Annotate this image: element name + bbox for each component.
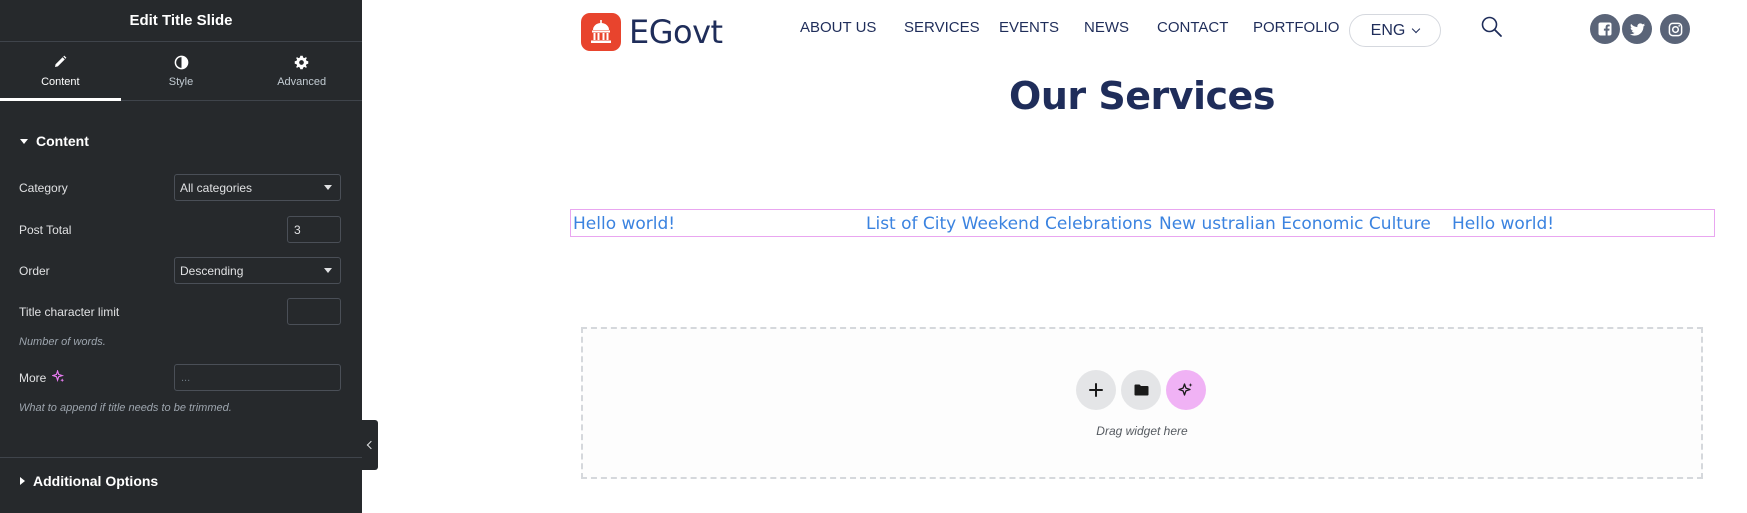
nav-contact[interactable]: CONTACT xyxy=(1157,19,1228,36)
caret-right-icon xyxy=(20,477,25,485)
title-limit-label: Title character limit xyxy=(19,304,120,319)
template-library-button[interactable] xyxy=(1121,370,1161,410)
nav-events[interactable]: EVENTS xyxy=(999,19,1059,36)
post-total-control: Post Total xyxy=(19,216,341,243)
content-section-toggle[interactable]: Content xyxy=(0,121,362,161)
title-limit-control: Title character limit xyxy=(19,298,341,325)
more-label-text: More xyxy=(19,370,47,385)
nav-portfolio[interactable]: PORTFOLIO xyxy=(1253,19,1339,36)
category-label: Category xyxy=(19,180,68,195)
drop-zone-label: Drag widget here xyxy=(1096,424,1188,438)
logo-text: EGovt xyxy=(629,13,723,51)
panel-title: Edit Title Slide xyxy=(129,12,233,29)
widget-drop-zone[interactable]: Drag widget here xyxy=(581,327,1703,479)
order-select-value: Descending xyxy=(180,263,244,278)
search-icon[interactable] xyxy=(1480,15,1504,39)
contrast-icon xyxy=(173,54,189,70)
caret-down-icon xyxy=(20,138,28,144)
ai-sparkle-icon[interactable] xyxy=(51,368,65,386)
content-section-title: Content xyxy=(36,133,89,149)
order-select[interactable]: Descending xyxy=(174,257,341,284)
facebook-icon[interactable] xyxy=(1590,14,1620,44)
post-total-label: Post Total xyxy=(19,222,72,237)
language-selector[interactable]: ENG xyxy=(1349,14,1441,47)
section-divider xyxy=(0,457,362,458)
title-slide-widget[interactable]: Hello world! List of City Weekend Celebr… xyxy=(570,209,1715,237)
panel-collapse-button[interactable] xyxy=(362,420,378,470)
title-limit-input[interactable] xyxy=(287,298,341,325)
add-section-button[interactable] xyxy=(1076,370,1116,410)
tab-style[interactable]: Style xyxy=(121,42,242,100)
services-heading: Our Services xyxy=(1009,74,1275,118)
title-limit-help: Number of words. xyxy=(19,336,106,348)
more-help: What to append if title needs to be trim… xyxy=(19,402,232,414)
tab-advanced-label: Advanced xyxy=(277,76,327,88)
capitol-icon xyxy=(581,13,621,51)
site-logo[interactable]: EGovt xyxy=(581,13,723,51)
tab-content[interactable]: Content xyxy=(0,42,121,101)
twitter-icon[interactable] xyxy=(1622,14,1652,44)
nav-services[interactable]: SERVICES xyxy=(904,19,980,36)
tab-content-label: Content xyxy=(41,76,80,88)
more-label: More xyxy=(19,368,65,386)
panel-header: Edit Title Slide xyxy=(0,0,362,42)
additional-options-toggle[interactable]: Additional Options xyxy=(0,461,178,501)
tab-style-label: Style xyxy=(168,76,194,88)
editor-panel: Edit Title Slide Content Style Advanced … xyxy=(0,0,362,513)
instagram-icon[interactable] xyxy=(1660,14,1690,44)
gear-icon xyxy=(294,54,310,70)
slide-link[interactable]: Hello world! xyxy=(1452,214,1554,234)
nav-about-us[interactable]: ABOUT US xyxy=(800,19,876,36)
tab-advanced[interactable]: Advanced xyxy=(241,42,362,100)
caret-down-icon xyxy=(324,268,332,273)
chevron-down-icon xyxy=(1412,24,1421,33)
category-control: Category All categories xyxy=(19,174,341,201)
pencil-icon xyxy=(52,54,68,70)
category-select[interactable]: All categories xyxy=(174,174,341,201)
slide-link[interactable]: New ustralian Economic Culture xyxy=(1159,214,1431,234)
slide-link[interactable]: List of City Weekend Celebrations xyxy=(866,214,1152,234)
order-label: Order xyxy=(19,263,50,278)
panel-tabs: Content Style Advanced xyxy=(0,42,362,101)
post-total-input[interactable] xyxy=(287,216,341,243)
category-select-value: All categories xyxy=(180,180,253,195)
additional-options-title: Additional Options xyxy=(33,473,159,489)
caret-down-icon xyxy=(324,185,332,190)
more-input[interactable] xyxy=(174,364,341,391)
more-control: More xyxy=(19,364,341,391)
language-value: ENG xyxy=(1370,21,1406,39)
ai-sparkle-button[interactable] xyxy=(1166,370,1206,410)
slide-link[interactable]: Hello world! xyxy=(573,214,675,234)
order-control: Order Descending xyxy=(19,257,341,284)
nav-news[interactable]: NEWS xyxy=(1084,19,1129,36)
chevron-left-icon xyxy=(366,440,376,450)
